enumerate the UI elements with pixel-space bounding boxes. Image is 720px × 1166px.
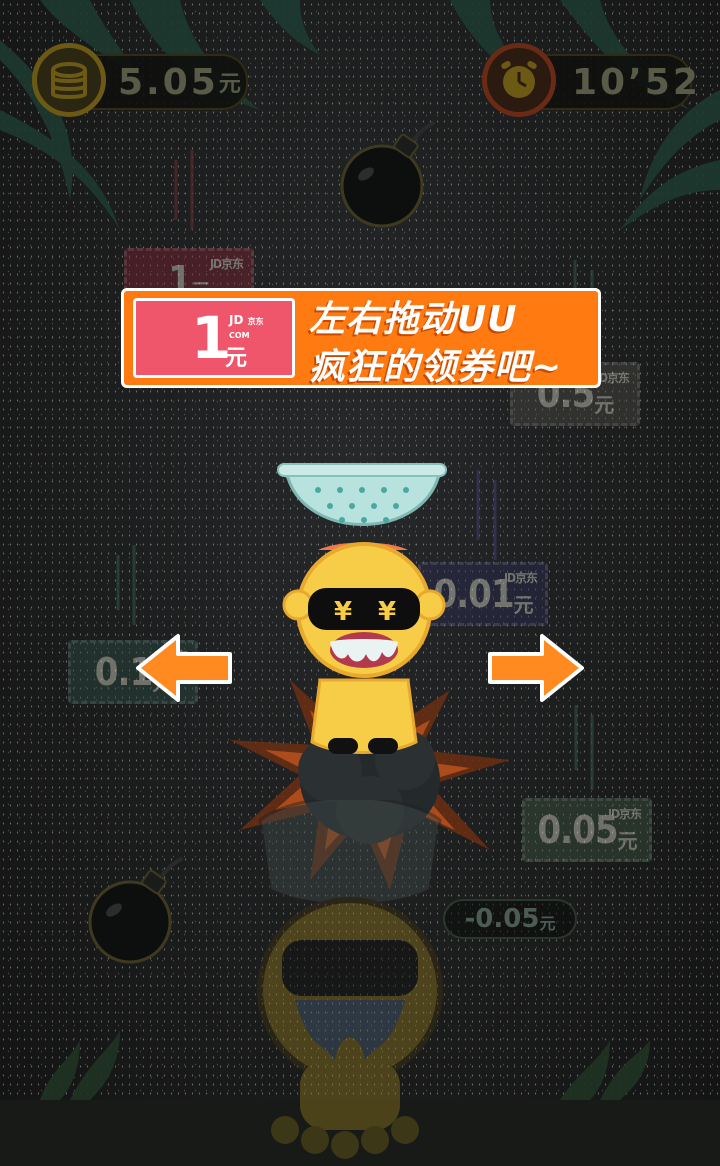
balance-value: 5.05: [118, 61, 219, 103]
faded-character: [257, 800, 443, 1159]
banner-line-2: 疯狂的领券吧~: [309, 347, 563, 388]
arrow-left-icon[interactable]: [134, 632, 234, 704]
jd-logo: JD 京东 COM: [229, 313, 264, 340]
balance-unit: 元: [218, 72, 241, 97]
timer-display: 10’52: [482, 43, 698, 117]
arrow-right-icon[interactable]: [486, 632, 586, 704]
falling-coupon: 0.05 元 JD京东: [522, 798, 652, 862]
tutorial-banner: 1 元 JD 京东 COM 左右拖动UU 疯狂的领券吧~: [121, 288, 619, 388]
banner-coupon: 1 元 JD 京东 COM: [133, 298, 295, 378]
banner-coupon-unit: 元: [225, 346, 248, 371]
coin-stack-icon: [32, 43, 106, 117]
uu-character[interactable]: ¥ ¥: [268, 460, 458, 760]
timer-value: 10’52: [572, 61, 701, 103]
svg-text:¥: ¥: [378, 597, 396, 627]
banner-line-1: 左右拖动UU: [309, 299, 518, 340]
penalty-label: -0.05 元: [443, 899, 577, 939]
balance-display: 5.05 元: [32, 43, 248, 117]
bomb-icon: [340, 120, 436, 228]
bomb-icon: [88, 856, 184, 964]
game-stage[interactable]: 5.05 元 10’52 1元 JD京东 0.5元 JD京东 0.01元 JD京…: [0, 0, 720, 1166]
svg-text:¥: ¥: [334, 597, 352, 627]
alarm-clock-icon: [482, 43, 556, 117]
